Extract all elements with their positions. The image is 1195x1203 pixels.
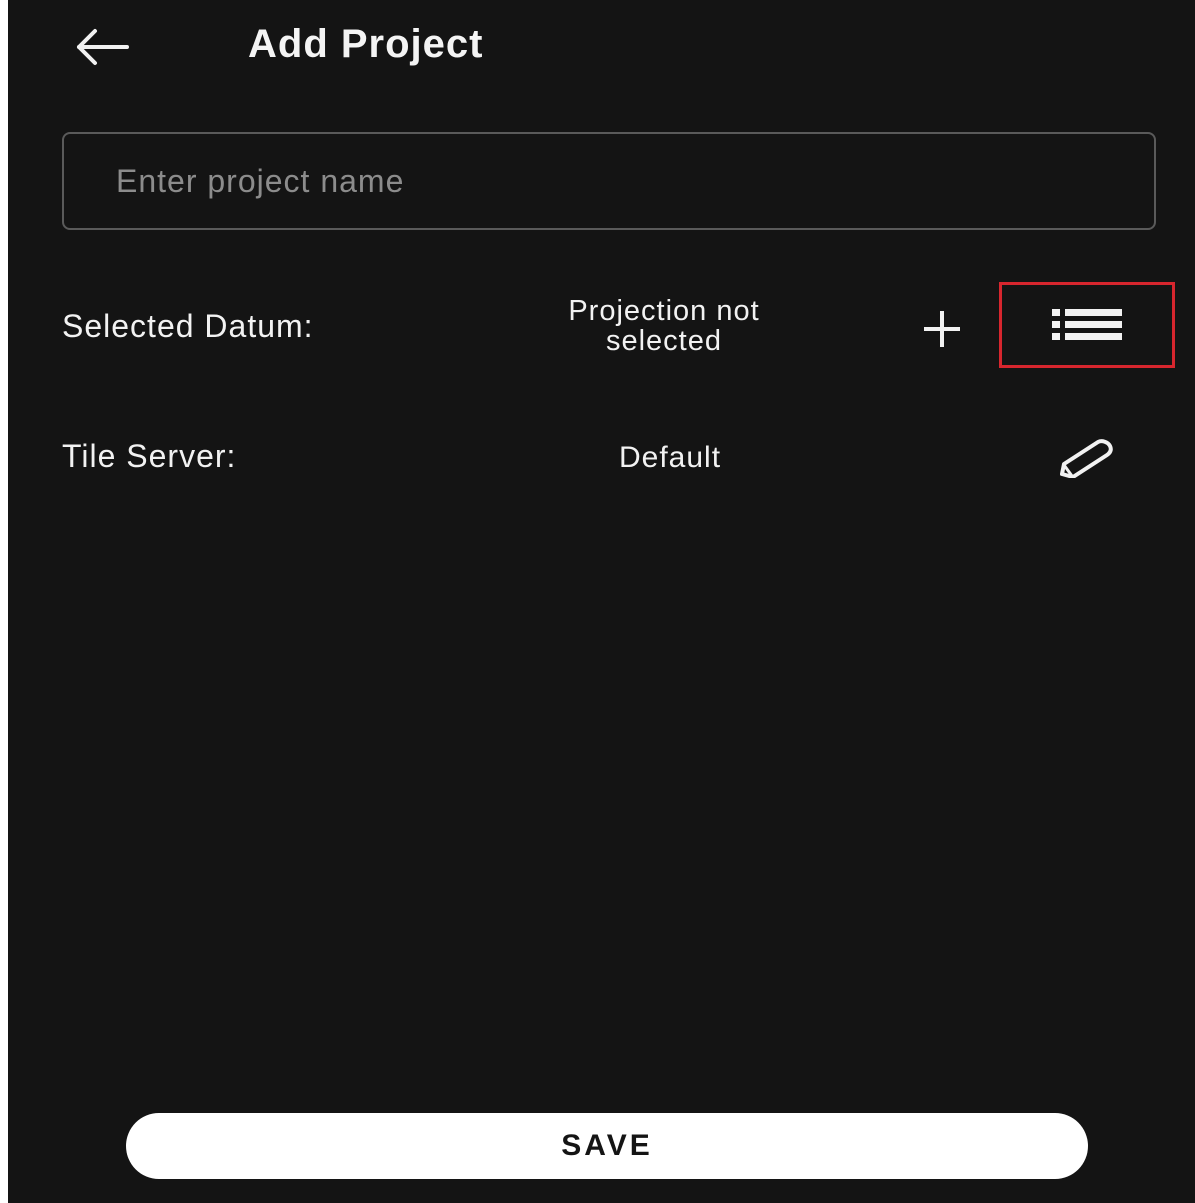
project-name-input[interactable] [64,134,1154,228]
selected-datum-value-line2: selected [605,325,722,357]
add-datum-button[interactable] [913,300,971,358]
back-button[interactable] [66,22,136,72]
selected-datum-label: Selected Datum: [62,308,314,344]
plus-icon [924,311,960,347]
datum-list-button[interactable] [999,282,1175,368]
tile-server-label: Tile Server: [62,438,237,474]
page-title: Add Project [248,22,484,66]
selected-datum-value-line1: Projection not [568,295,760,327]
arrow-left-icon [77,29,129,65]
edit-tile-server-button[interactable] [1044,430,1124,486]
list-icon [1052,309,1122,340]
project-name-field [62,132,1156,230]
app-bar: Add Project [8,0,1195,92]
tile-server-value: Default [618,441,722,474]
save-button[interactable]: SAVE [126,1113,1088,1179]
add-project-screen: Add Project Selected Datum: Projection n… [8,0,1195,1203]
selected-datum-value: Projection not selected [500,296,828,356]
pencil-icon [1060,439,1113,478]
